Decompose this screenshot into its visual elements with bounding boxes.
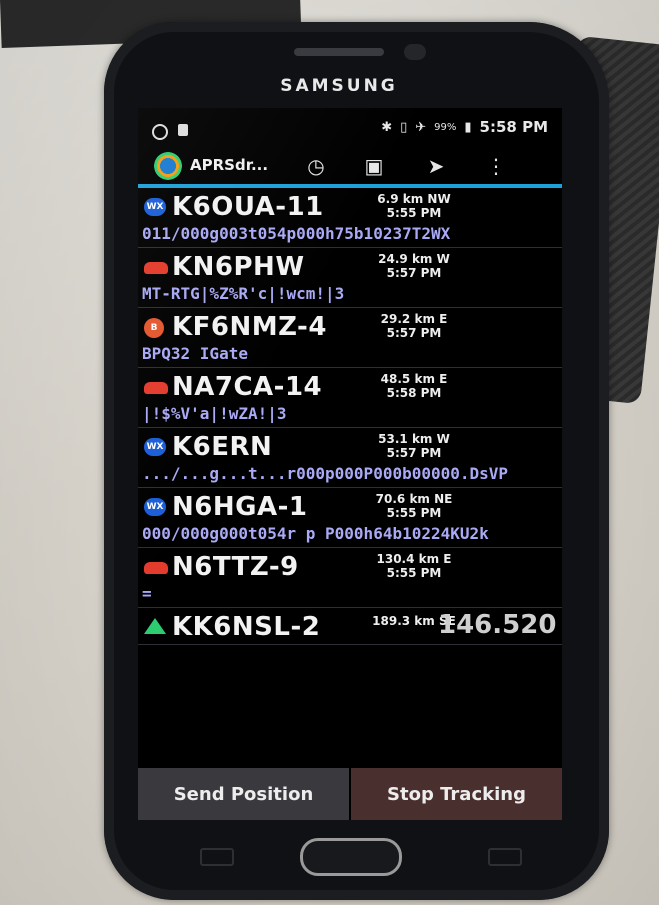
station-callsign: KK6NSL-2 <box>172 612 321 642</box>
station-item[interactable]: NA7CA-14 48.5 km E 5:58 PM |!$%V'a|!wZA!|3 <box>138 368 562 428</box>
station-meta: 29.2 km E 5:57 PM <box>366 312 462 340</box>
station-time: 5:57 PM <box>386 446 442 460</box>
station-header-row: NA7CA-14 48.5 km E 5:58 PM <box>138 370 562 404</box>
station-meta: 53.1 km W 5:57 PM <box>366 432 462 460</box>
digipeater-b-icon: B <box>144 318 164 338</box>
station-item[interactable]: N6TTZ-9 130.4 km E 5:55 PM = <box>138 548 562 608</box>
home-button[interactable] <box>300 838 402 876</box>
station-item[interactable]: WX K6OUA-11 6.9 km NW 5:55 PM 011/000g003t05… <box>138 188 562 248</box>
station-meta: 48.5 km E 5:58 PM <box>366 372 462 400</box>
notification-icon <box>152 124 168 140</box>
battery-percent: 99% <box>434 121 457 133</box>
map-icon[interactable]: ▣ <box>360 152 388 180</box>
station-message: = <box>142 584 152 603</box>
history-clock-icon[interactable]: ◷ <box>302 152 330 180</box>
action-bar: APRSdr... ◷ ▣ ➤ ⋮ <box>138 148 562 188</box>
weather-station-icon: WX <box>144 438 166 456</box>
stop-tracking-button[interactable]: Stop Tracking <box>351 768 562 820</box>
station-header-row: WX K6ERN 53.1 km W 5:57 PM <box>138 430 562 464</box>
station-message: MT-RTG|%Z%R'c|!wcm!|3 <box>142 284 345 303</box>
station-distance: 53.1 km W <box>378 432 450 446</box>
bluetooth-icon: ✱ <box>381 119 393 135</box>
airplane-icon: ✈ <box>415 119 427 135</box>
station-callsign: N6TTZ-9 <box>172 552 299 582</box>
triangle-icon <box>144 618 166 634</box>
front-camera <box>404 44 426 60</box>
send-icon[interactable]: ➤ <box>422 152 450 180</box>
clock: 5:58 PM <box>479 118 548 136</box>
notification-square-icon <box>178 124 188 136</box>
station-distance: 70.6 km NE <box>375 492 453 506</box>
car-icon <box>144 262 168 274</box>
app-logo-icon[interactable] <box>154 152 182 180</box>
car-icon <box>144 562 168 574</box>
station-callsign: KF6NMZ-4 <box>172 312 327 342</box>
phone-screen: ✱ ▯ ✈ 99% ▮ 5:58 PM APRSdr... ◷ ▣ ➤ ⋮ WX… <box>138 108 562 820</box>
station-meta: 24.9 km W 5:57 PM <box>366 252 462 280</box>
station-item[interactable]: KN6PHW 24.9 km W 5:57 PM MT-RTG|%Z%R'c|!wcm… <box>138 248 562 308</box>
station-time: 5:58 PM <box>386 386 442 400</box>
station-message: |!$%V'a|!wZA!|3 <box>142 404 287 423</box>
station-item-partial[interactable]: KK6NSL-2 189.3 km SE 146.520 <box>138 608 562 645</box>
battery-icon: ▮ <box>464 119 472 135</box>
station-meta: 130.4 km E 5:55 PM <box>366 552 462 580</box>
station-meta: 70.6 km NE 5:55 PM <box>366 492 462 520</box>
station-header-row: N6TTZ-9 130.4 km E 5:55 PM <box>138 550 562 584</box>
station-callsign: KN6PHW <box>172 252 305 282</box>
station-distance: 130.4 km E <box>376 552 452 566</box>
station-frequency: 146.520 <box>438 610 557 640</box>
station-header-row: KK6NSL-2 189.3 km SE 146.520 <box>138 610 562 644</box>
send-position-button[interactable]: Send Position <box>138 768 349 820</box>
bottom-button-bar: Send Position Stop Tracking <box>138 768 562 820</box>
station-distance: 48.5 km E <box>380 372 448 386</box>
station-message: BPQ32 IGate <box>142 344 248 363</box>
station-time: 5:57 PM <box>386 266 442 280</box>
vibrate-icon: ▯ <box>400 119 408 135</box>
app-title[interactable]: APRSdr... <box>190 156 268 174</box>
station-item[interactable]: B KF6NMZ-4 29.2 km E 5:57 PM BPQ32 IGate <box>138 308 562 368</box>
status-bar: ✱ ▯ ✈ 99% ▮ 5:58 PM <box>138 108 562 148</box>
station-message: 011/000g003t054p000h75b10237T2WX <box>142 224 451 243</box>
station-callsign: N6HGA-1 <box>172 492 308 522</box>
station-item[interactable]: WX K6ERN 53.1 km W 5:57 PM .../...g...t...r0… <box>138 428 562 488</box>
station-time: 5:55 PM <box>386 506 442 520</box>
overflow-menu-icon[interactable]: ⋮ <box>482 152 510 180</box>
station-callsign: NA7CA-14 <box>172 372 323 402</box>
hardware-recent-apps-icon[interactable] <box>200 848 234 866</box>
weather-station-icon: WX <box>144 198 166 216</box>
station-distance: 6.9 km NW <box>377 192 451 206</box>
station-message: .../...g...t...r000p000P000b00000.DsVP <box>142 464 509 483</box>
station-header-row: WX K6OUA-11 6.9 km NW 5:55 PM <box>138 190 562 224</box>
station-list: WX K6OUA-11 6.9 km NW 5:55 PM 011/000g003t05… <box>138 188 562 645</box>
phone-brand: SAMSUNG <box>280 76 398 96</box>
station-distance: 29.2 km E <box>380 312 448 326</box>
station-time: 5:57 PM <box>386 326 442 340</box>
station-header-row: WX N6HGA-1 70.6 km NE 5:55 PM <box>138 490 562 524</box>
station-header-row: B KF6NMZ-4 29.2 km E 5:57 PM <box>138 310 562 344</box>
car-icon <box>144 382 168 394</box>
station-meta: 6.9 km NW 5:55 PM <box>366 192 462 220</box>
weather-station-icon: WX <box>144 498 166 516</box>
station-time: 5:55 PM <box>386 206 442 220</box>
station-callsign: K6ERN <box>172 432 273 462</box>
station-item[interactable]: WX N6HGA-1 70.6 km NE 5:55 PM 000/000g000t05… <box>138 488 562 548</box>
hardware-back-icon[interactable] <box>488 848 522 866</box>
station-message: 000/000g000t054r p P000h64b10224KU2k <box>142 524 489 543</box>
earpiece-speaker <box>294 48 384 56</box>
station-time: 5:55 PM <box>386 566 442 580</box>
station-distance: 24.9 km W <box>378 252 450 266</box>
station-header-row: KN6PHW 24.9 km W 5:57 PM <box>138 250 562 284</box>
station-callsign: K6OUA-11 <box>172 192 324 222</box>
